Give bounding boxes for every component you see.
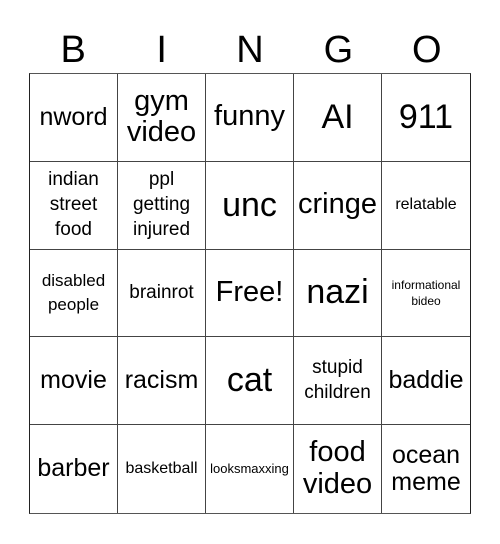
bingo-cell[interactable]: basketball	[118, 425, 206, 513]
bingo-cell[interactable]: looksmaxxing	[206, 425, 294, 513]
bingo-header: B I N G O	[29, 28, 471, 72]
bingo-board: nword gym video funny AI 911 indian street fo…	[29, 73, 471, 514]
bingo-cell[interactable]: ocean meme	[382, 425, 470, 513]
bingo-cell[interactable]: food video	[294, 425, 382, 513]
bingo-cell[interactable]: AI	[294, 74, 382, 162]
bingo-cell[interactable]: cringe	[294, 161, 382, 250]
bingo-cell[interactable]: baddie	[382, 337, 470, 426]
bingo-cell[interactable]: informational bideo	[382, 250, 470, 338]
bingo-cell-free[interactable]: Free!	[206, 249, 294, 338]
bingo-cell[interactable]: ppl getting injured	[118, 161, 206, 250]
bingo-cell[interactable]: nazi	[294, 249, 382, 338]
bingo-cell[interactable]: stupid children	[294, 337, 382, 426]
bingo-cell[interactable]: nword	[30, 74, 118, 162]
bingo-cell[interactable]: relatable	[382, 162, 470, 250]
header-letter-n: N	[236, 29, 264, 71]
bingo-cell[interactable]: disabled people	[30, 249, 118, 338]
bingo-cell[interactable]: indian street food	[30, 161, 118, 250]
bingo-cell[interactable]: movie	[30, 337, 118, 426]
header-letter-g: G	[323, 29, 354, 71]
bingo-cell[interactable]: 911	[382, 74, 470, 162]
header-letter-o: O	[412, 29, 442, 71]
bingo-cell[interactable]: funny	[206, 74, 294, 162]
bingo-cell[interactable]: cat	[206, 337, 294, 426]
bingo-cell[interactable]: gym video	[118, 74, 206, 162]
bingo-cell[interactable]: racism	[118, 337, 206, 426]
bingo-cell[interactable]: brainrot	[118, 249, 206, 338]
header-letter-i: I	[156, 29, 167, 71]
bingo-cell[interactable]: barber	[30, 425, 118, 513]
header-letter-b: B	[60, 29, 86, 71]
bingo-cell[interactable]: unc	[206, 161, 294, 250]
